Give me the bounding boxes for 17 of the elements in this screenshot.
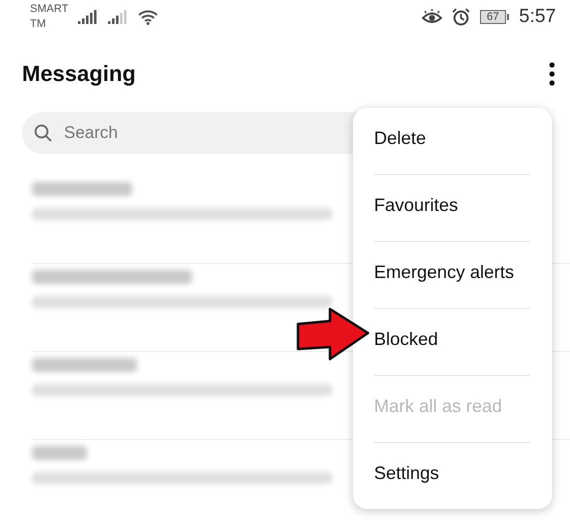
carrier-label: SMART xyxy=(30,2,68,17)
wifi-icon xyxy=(138,9,158,25)
carrier-label: TM xyxy=(30,17,47,32)
menu-item[interactable]: Favourites xyxy=(374,175,530,242)
menu-item[interactable]: Blocked xyxy=(374,309,530,376)
menu-item[interactable]: Emergency alerts xyxy=(374,242,530,309)
battery-icon: 67 xyxy=(480,10,506,24)
blurred-sender xyxy=(32,446,87,460)
menu-item[interactable]: Settings xyxy=(374,443,530,509)
alarm-icon xyxy=(452,8,470,26)
more-options-icon[interactable] xyxy=(548,62,556,86)
clock-time: 5:57 xyxy=(519,6,556,28)
signal-icon xyxy=(108,10,128,24)
eye-icon xyxy=(422,9,442,25)
app-title: Messaging xyxy=(22,61,137,87)
signal-icon xyxy=(78,10,98,24)
menu-item[interactable]: Delete xyxy=(374,108,530,175)
